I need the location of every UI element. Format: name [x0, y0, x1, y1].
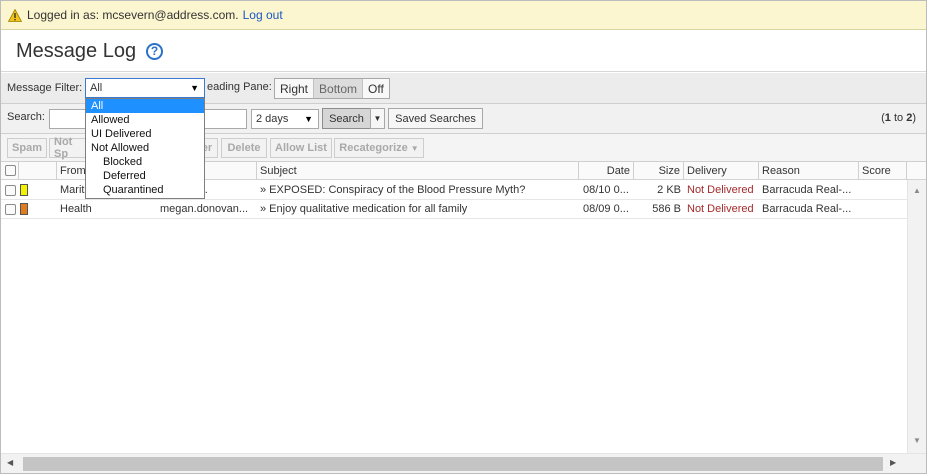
- count-to: to: [890, 112, 907, 124]
- allow-list-button[interactable]: Allow List: [270, 138, 332, 158]
- horizontal-scroll-thumb[interactable]: [23, 457, 883, 471]
- logged-in-text: Logged in as: mcsevern@address.com.: [27, 8, 239, 22]
- row-reason: Barracuda Real-...: [762, 203, 852, 215]
- search-button[interactable]: Search: [322, 108, 371, 129]
- row-delivery: Not Delivered: [687, 203, 754, 215]
- message-filter-dropdown: All Allowed UI Delivered Not Allowed Blo…: [85, 98, 205, 199]
- filter-option-all[interactable]: All: [86, 99, 204, 113]
- delete-button[interactable]: Delete: [221, 138, 267, 158]
- table-row[interactable]: Health megan.donovan... » Enjoy qualitat…: [1, 200, 907, 219]
- filter-option-deferred[interactable]: Deferred: [86, 169, 204, 183]
- row-date: 08/10 0...: [583, 184, 629, 196]
- filter-option-ui-delivered[interactable]: UI Delivered: [86, 127, 204, 141]
- help-icon[interactable]: ?: [146, 42, 164, 60]
- vertical-scrollbar[interactable]: ▲ ▼: [907, 180, 926, 454]
- page-title: Message Log: [16, 39, 137, 62]
- row-reason: Barracuda Real-...: [762, 184, 852, 196]
- flag-column: [19, 162, 57, 180]
- reading-pane-label: eading Pane:: [207, 81, 272, 93]
- reading-pane-right[interactable]: Right: [275, 79, 315, 98]
- row-score: [862, 200, 906, 218]
- status-flag-icon: [20, 203, 28, 215]
- chevron-down-icon: ▼: [373, 114, 382, 123]
- row-subject: » Enjoy qualitative medication for all f…: [260, 203, 468, 215]
- select-all-checkbox[interactable]: [5, 165, 16, 176]
- scroll-left-icon[interactable]: ◀: [7, 458, 13, 467]
- chevron-down-icon: ▼: [410, 143, 419, 153]
- count-close: ): [912, 112, 916, 124]
- filter-option-quarantined[interactable]: Quarantined: [86, 183, 204, 197]
- filter-option-allowed[interactable]: Allowed: [86, 113, 204, 127]
- column-size[interactable]: Size: [634, 162, 684, 180]
- spam-button[interactable]: Spam: [7, 138, 47, 158]
- title-row: Message Log ?: [1, 31, 926, 72]
- date-range-value: 2 days: [256, 113, 289, 125]
- warning-icon: [8, 8, 22, 22]
- row-score: [862, 181, 906, 199]
- scroll-down-icon[interactable]: ▼: [913, 436, 921, 445]
- row-checkbox[interactable]: [5, 185, 16, 196]
- filter-option-blocked[interactable]: Blocked: [86, 155, 204, 169]
- column-subject[interactable]: Subject: [257, 162, 579, 180]
- result-count: (1 to 2): [881, 112, 916, 124]
- row-delivery: Not Delivered: [687, 184, 754, 196]
- row-to: megan.donovan...: [160, 203, 249, 215]
- filter-option-not-allowed[interactable]: Not Allowed: [86, 141, 204, 155]
- logout-link[interactable]: Log out: [243, 8, 283, 22]
- message-filter-label: Message Filter:: [7, 82, 83, 94]
- column-reason[interactable]: Reason: [759, 162, 859, 180]
- status-flag-icon: [20, 184, 28, 196]
- row-checkbox[interactable]: [5, 204, 16, 215]
- horizontal-scrollbar[interactable]: ◀ ▶: [1, 453, 926, 473]
- select-all-column: [1, 162, 19, 180]
- row-subject: » EXPOSED: Conspiracy of the Blood Press…: [260, 184, 526, 196]
- date-range-select[interactable]: 2 days ▼: [251, 109, 319, 129]
- column-date[interactable]: Date: [579, 162, 634, 180]
- login-banner: Logged in as: mcsevern@address.com. Log …: [1, 1, 926, 30]
- saved-searches-button[interactable]: Saved Searches: [388, 108, 483, 129]
- reading-pane-off[interactable]: Off: [363, 79, 389, 98]
- row-from: Health: [60, 203, 92, 215]
- row-size: 586 B: [652, 203, 681, 215]
- recategorize-button[interactable]: Recategorize ▼: [334, 138, 424, 158]
- scroll-right-icon[interactable]: ▶: [890, 458, 896, 467]
- row-size: 2 KB: [657, 184, 681, 196]
- reading-pane-toggle: Right Bottom Off: [274, 78, 390, 99]
- chevron-down-icon: ▼: [190, 83, 199, 93]
- message-filter-value: All: [90, 82, 103, 94]
- scroll-up-icon[interactable]: ▲: [913, 186, 921, 195]
- recategorize-label: Recategorize: [339, 142, 408, 154]
- chevron-down-icon: ▼: [304, 114, 313, 124]
- reading-pane-bottom[interactable]: Bottom: [314, 79, 364, 98]
- column-delivery[interactable]: Delivery: [684, 162, 759, 180]
- search-options-button[interactable]: ▼: [370, 108, 385, 129]
- message-filter-select[interactable]: All ▼: [85, 78, 205, 98]
- app-frame: Logged in as: mcsevern@address.com. Log …: [0, 0, 927, 474]
- search-label: Search:: [7, 111, 45, 123]
- not-spam-button[interactable]: Not Sp: [49, 136, 89, 160]
- row-date: 08/09 0...: [583, 203, 629, 215]
- column-score[interactable]: Score: [859, 162, 907, 180]
